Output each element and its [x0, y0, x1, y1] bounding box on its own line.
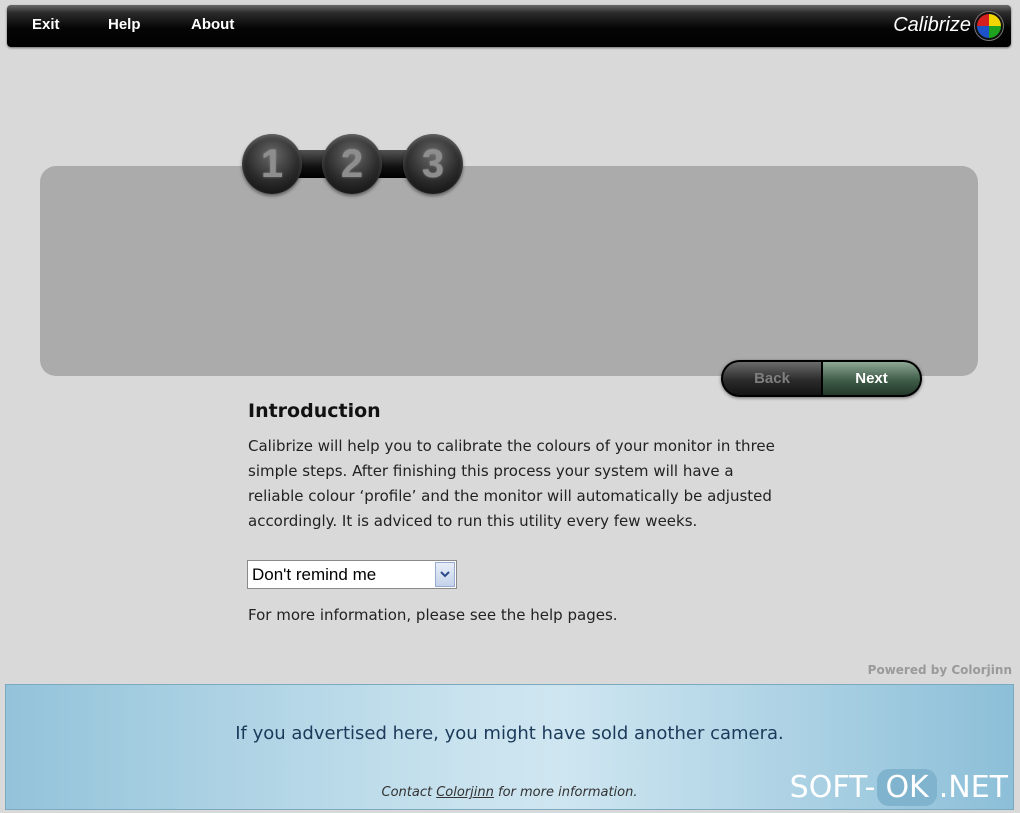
more-info-text: For more information, please see the hel… — [248, 606, 618, 624]
menu-exit[interactable]: Exit — [32, 16, 60, 33]
step-3-label: 3 — [421, 141, 445, 186]
contact-suffix: for more information. — [493, 785, 638, 800]
step-3: 3 — [403, 134, 463, 194]
intro-title: Introduction — [248, 400, 381, 422]
intro-body: Calibrize will help you to calibrate the… — [248, 437, 775, 530]
step-indicator: 1 2 3 — [242, 134, 464, 196]
back-button[interactable]: Back — [723, 362, 821, 395]
watermark-left: SOFT- — [789, 769, 876, 805]
menu-help[interactable]: Help — [108, 16, 141, 33]
menu-about[interactable]: About — [191, 16, 234, 33]
step-2: 2 — [322, 134, 382, 194]
reminder-select-value: Don't remind me — [252, 565, 377, 584]
menu-bar: Exit Help About Calibrize — [7, 5, 1011, 47]
step-1-label: 1 — [260, 141, 284, 186]
watermark-right: .NET — [938, 769, 1008, 805]
colorjinn-link[interactable]: Colorjinn — [436, 785, 494, 800]
watermark: SOFT- OK .NET — [790, 764, 1008, 810]
powered-by: Powered by Colorjinn — [867, 663, 1012, 677]
nav-buttons: Back Next — [721, 360, 922, 397]
chevron-down-icon[interactable] — [435, 562, 455, 587]
watermark-middle: OK — [877, 768, 937, 806]
step-2-label: 2 — [340, 141, 364, 186]
ad-text: If you advertised here, you might have s… — [235, 723, 784, 744]
brand-name: Calibrize — [893, 14, 971, 36]
color-wheel-logo-icon — [975, 12, 1003, 40]
contact-prefix: Contact — [381, 785, 437, 800]
reminder-select[interactable]: Don't remind me — [247, 560, 457, 589]
content-panel — [40, 166, 978, 376]
next-button[interactable]: Next — [823, 362, 920, 395]
step-1: 1 — [242, 134, 302, 194]
